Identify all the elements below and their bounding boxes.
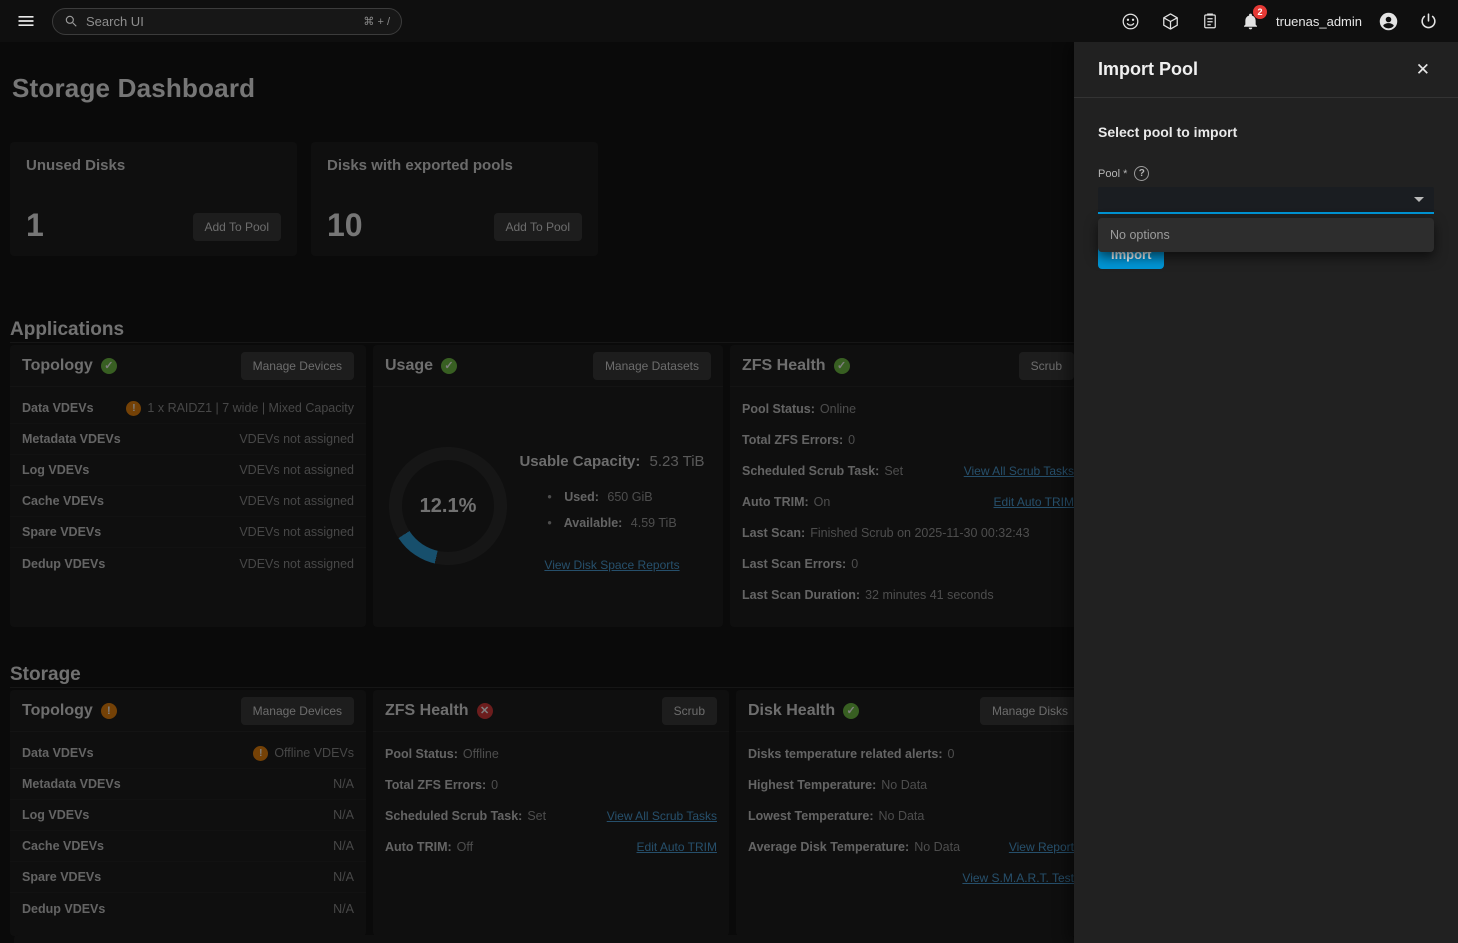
pool-field-label: Pool * [1098, 168, 1127, 180]
user-avatar-icon[interactable] [1372, 5, 1404, 37]
search-icon [64, 14, 78, 28]
search-input[interactable] [86, 14, 355, 29]
search-box[interactable]: ⌘ + / [52, 8, 402, 35]
username[interactable]: truenas_admin [1276, 14, 1362, 29]
close-icon[interactable]: ✕ [1412, 57, 1434, 82]
panel-subtitle: Select pool to import [1098, 124, 1434, 140]
feedback-icon[interactable] [1114, 5, 1146, 37]
topbar: ⌘ + / 2 truenas_admin [0, 0, 1458, 42]
pool-select-dropdown: No options [1098, 218, 1434, 252]
chevron-down-icon [1414, 197, 1424, 202]
alerts-icon[interactable]: 2 [1234, 5, 1266, 37]
panel-title: Import Pool [1098, 59, 1198, 80]
no-options-item: No options [1098, 224, 1434, 246]
jobs-icon[interactable] [1154, 5, 1186, 37]
tasks-icon[interactable] [1194, 5, 1226, 37]
menu-icon[interactable] [10, 5, 42, 37]
power-icon[interactable] [1412, 5, 1444, 37]
pool-select[interactable] [1098, 187, 1434, 214]
alert-badge: 2 [1253, 5, 1267, 19]
import-pool-panel: Import Pool ✕ Select pool to import Pool… [1074, 42, 1458, 943]
help-icon[interactable]: ? [1134, 166, 1149, 181]
search-shortcut: ⌘ + / [363, 15, 390, 28]
